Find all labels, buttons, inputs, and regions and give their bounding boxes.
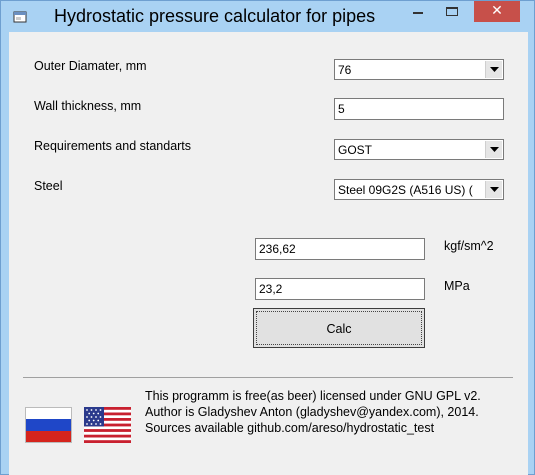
kgf-result-value: 236,62	[259, 242, 296, 256]
mpa-result-field[interactable]: 23,2	[255, 278, 425, 300]
close-button[interactable]: ✕	[474, 1, 520, 22]
mpa-result-value: 23,2	[259, 282, 283, 296]
steel-label: Steel	[34, 179, 63, 193]
window-title: Hydrostatic pressure calculator for pipe…	[54, 6, 376, 26]
requirements-label: Requirements and standarts	[34, 139, 192, 153]
russia-flag-icon[interactable]	[25, 407, 72, 443]
wall-thickness-value: 5	[338, 102, 345, 116]
steel-dropdown-button[interactable]	[485, 181, 502, 198]
app-icon	[13, 11, 27, 23]
maximize-icon	[446, 7, 458, 16]
app-window: Hydrostatic pressure calculator for pipe…	[0, 0, 535, 475]
mpa-unit-label: MPa	[444, 279, 470, 293]
license-text: This programm is free(as beer) licensed …	[145, 389, 481, 403]
outer-diameter-dropdown-button[interactable]	[485, 61, 502, 78]
client-area: Outer Diamater, mm 76 Wall thickness, mm…	[9, 32, 528, 475]
outer-diameter-value: 76	[338, 63, 352, 77]
maximize-button[interactable]	[439, 1, 465, 22]
chevron-down-icon	[490, 67, 499, 72]
kgf-result-field[interactable]: 236,62	[255, 238, 425, 260]
usa-flag-icon[interactable]	[84, 407, 131, 443]
steel-value: Steel 09G2S (A516 US) (	[338, 183, 473, 197]
chevron-down-icon	[490, 147, 499, 152]
author-text: Author is Gladyshev Anton (gladyshev@yan…	[145, 405, 479, 419]
close-icon: ✕	[491, 2, 503, 18]
kgf-unit-label: kgf/sm^2	[444, 239, 494, 253]
sources-text: Sources available github.com/areso/hydro…	[145, 421, 435, 435]
calc-button-label: Calc	[326, 322, 352, 336]
requirements-dropdown-button[interactable]	[485, 141, 502, 158]
wall-thickness-label: Wall thickness, mm	[34, 99, 142, 113]
requirements-select[interactable]: GOST	[334, 139, 504, 160]
minimize-button[interactable]	[406, 1, 430, 22]
outer-diameter-label: Outer Diamater, mm	[34, 59, 147, 73]
outer-diameter-select[interactable]: 76	[334, 59, 504, 80]
calc-button[interactable]: Calc	[253, 308, 425, 348]
wall-thickness-input[interactable]: 5	[334, 98, 504, 120]
minimize-icon	[413, 12, 423, 14]
requirements-value: GOST	[338, 143, 373, 157]
chevron-down-icon	[490, 187, 499, 192]
title-bar[interactable]: Hydrostatic pressure calculator for pipe…	[1, 1, 534, 31]
steel-select[interactable]: Steel 09G2S (A516 US) (	[334, 179, 504, 200]
footer-separator	[23, 377, 513, 378]
